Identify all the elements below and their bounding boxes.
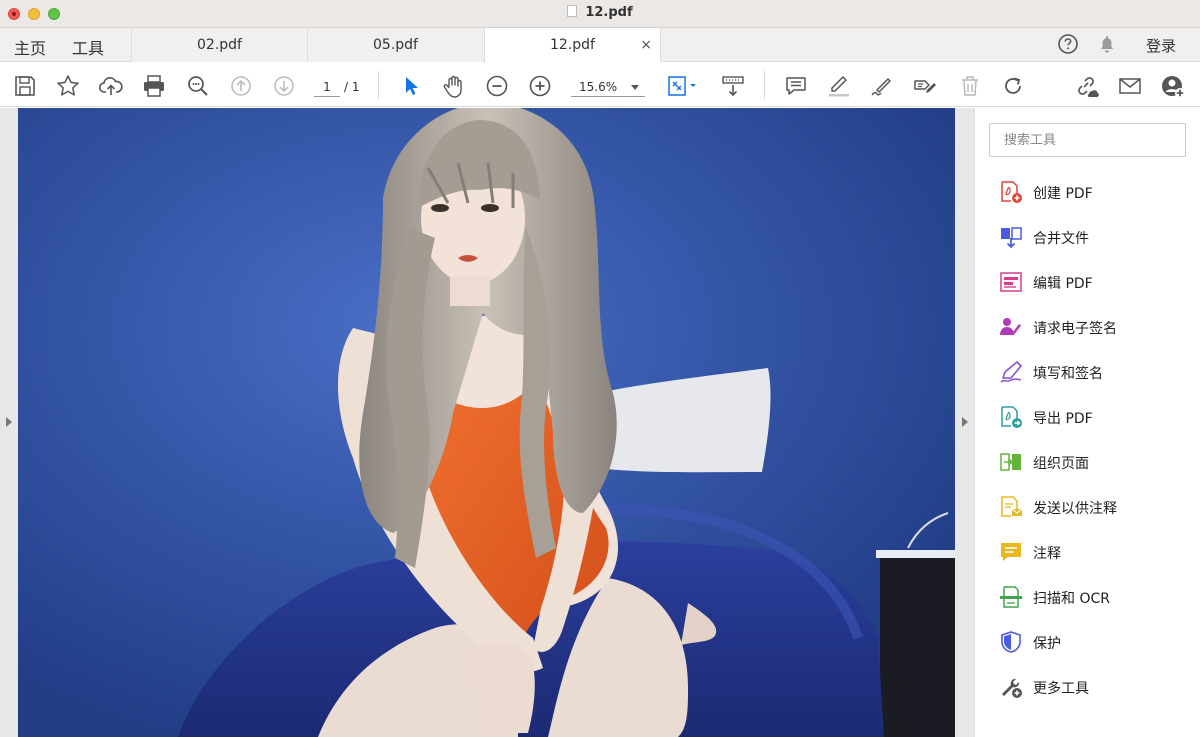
- find-text-icon[interactable]: [185, 73, 211, 99]
- send-comments-icon: [1001, 496, 1023, 517]
- document-page-image: [18, 108, 955, 737]
- tools-panel: 创建 PDF 合并文件 编辑 PDF 请求电子签名 填写和签名 导出 PDF 组…: [974, 108, 1200, 737]
- zoom-select[interactable]: 15.6%: [571, 77, 645, 97]
- window-title-text: 12.pdf: [585, 5, 633, 20]
- tool-scan-ocr[interactable]: 扫描和 OCR: [999, 582, 1189, 612]
- tool-label: 更多工具: [1033, 681, 1089, 697]
- add-user-icon[interactable]: [1160, 73, 1186, 99]
- page-number-input[interactable]: 1: [314, 77, 340, 97]
- right-panel-gutter[interactable]: [955, 108, 974, 737]
- scan-ocr-icon: [1000, 586, 1022, 608]
- nav-tools[interactable]: 工具: [72, 35, 104, 59]
- tab-05-pdf[interactable]: 05.pdf: [307, 28, 483, 62]
- page-fit-icon[interactable]: [666, 73, 700, 99]
- tool-label: 发送以供注释: [1033, 501, 1117, 517]
- fill-sign-icon: [1000, 361, 1022, 383]
- tool-label: 创建 PDF: [1033, 186, 1093, 202]
- print-icon[interactable]: [141, 73, 167, 99]
- tab-divider: [660, 28, 661, 62]
- toolbar-separator: [764, 71, 765, 99]
- login-button[interactable]: 登录: [1146, 35, 1176, 56]
- scroll-mode-icon[interactable]: [720, 73, 746, 99]
- comment-icon[interactable]: [783, 73, 809, 99]
- cloud-upload-icon[interactable]: [98, 73, 124, 99]
- tool-label: 导出 PDF: [1033, 411, 1093, 427]
- delete-icon[interactable]: [957, 73, 983, 99]
- tool-label: 填写和签名: [1033, 366, 1103, 382]
- draw-signature-icon[interactable]: [869, 73, 895, 99]
- more-tools-icon: [1002, 678, 1022, 698]
- tool-comment[interactable]: 注释: [999, 537, 1189, 567]
- tool-label: 保护: [1033, 636, 1061, 652]
- tool-create-pdf[interactable]: 创建 PDF: [999, 177, 1189, 207]
- tool-label: 编辑 PDF: [1033, 276, 1093, 292]
- hand-tool-icon[interactable]: [441, 73, 467, 99]
- tab-12-pdf[interactable]: 12.pdf ×: [484, 28, 660, 63]
- tool-label: 合并文件: [1033, 231, 1089, 247]
- protect-icon: [1001, 631, 1021, 653]
- bell-icon[interactable]: [1096, 33, 1118, 55]
- email-icon[interactable]: [1117, 73, 1143, 99]
- window-title: 12.pdf: [0, 5, 1200, 20]
- help-icon[interactable]: [1057, 33, 1079, 55]
- tool-label: 扫描和 OCR: [1033, 591, 1110, 607]
- rotate-icon[interactable]: [1000, 73, 1026, 99]
- organize-pages-icon: [1000, 453, 1021, 471]
- search-tools-input[interactable]: [989, 123, 1186, 157]
- create-pdf-icon: [1001, 181, 1022, 203]
- tool-edit-pdf[interactable]: 编辑 PDF: [999, 267, 1189, 297]
- expand-left-panel-icon[interactable]: [6, 417, 12, 427]
- comment-icon: [1001, 543, 1021, 561]
- share-link-icon[interactable]: [1073, 73, 1099, 99]
- document-icon: [567, 5, 578, 17]
- chevron-down-icon: [631, 85, 639, 90]
- collapse-right-panel-icon[interactable]: [962, 417, 968, 427]
- page-total: / 1: [344, 80, 360, 94]
- tool-label: 组织页面: [1033, 456, 1089, 472]
- tool-combine-files[interactable]: 合并文件: [999, 222, 1189, 252]
- tool-fill-sign[interactable]: 填写和签名: [999, 357, 1189, 387]
- left-panel-gutter[interactable]: [0, 108, 18, 737]
- tool-send-for-comments[interactable]: 发送以供注释: [999, 492, 1189, 522]
- save-icon[interactable]: [12, 73, 38, 99]
- previous-page-icon[interactable]: [228, 73, 254, 99]
- toolbar-separator: [378, 71, 379, 99]
- zoom-out-icon[interactable]: [484, 73, 510, 99]
- tab-label: 12.pdf: [550, 37, 595, 53]
- nav-home[interactable]: 主页: [14, 35, 46, 59]
- tool-label: 请求电子签名: [1033, 321, 1117, 337]
- tab-bar: 主页 工具 02.pdf 05.pdf 12.pdf × 登录: [0, 28, 1200, 63]
- tool-more-tools[interactable]: 更多工具: [999, 672, 1189, 702]
- export-pdf-icon: [1001, 406, 1022, 428]
- tab-label: 05.pdf: [373, 37, 418, 53]
- edit-pdf-icon: [1000, 272, 1022, 292]
- zoom-in-icon[interactable]: [527, 73, 553, 99]
- tool-request-signature[interactable]: 请求电子签名: [999, 312, 1189, 342]
- tool-label: 注释: [1033, 546, 1061, 562]
- document-canvas[interactable]: [18, 108, 955, 737]
- tab-close-icon[interactable]: ×: [640, 28, 652, 62]
- select-cursor-icon[interactable]: [398, 73, 424, 99]
- next-page-icon[interactable]: [271, 73, 297, 99]
- highlight-icon[interactable]: [826, 73, 852, 99]
- title-bar: 12.pdf: [0, 0, 1200, 28]
- request-signature-icon: [1000, 318, 1021, 335]
- toolbar: 1 / 1 15.6%: [0, 63, 1200, 107]
- tool-organize-pages[interactable]: 组织页面: [999, 447, 1189, 477]
- tab-label: 02.pdf: [197, 37, 242, 53]
- star-icon[interactable]: [55, 73, 81, 99]
- tab-02-pdf[interactable]: 02.pdf: [131, 28, 307, 62]
- tool-protect[interactable]: 保护: [999, 627, 1189, 657]
- zoom-value: 15.6%: [579, 80, 618, 94]
- tool-export-pdf[interactable]: 导出 PDF: [999, 402, 1189, 432]
- edit-text-icon[interactable]: [912, 73, 938, 99]
- combine-files-icon: [1001, 227, 1022, 249]
